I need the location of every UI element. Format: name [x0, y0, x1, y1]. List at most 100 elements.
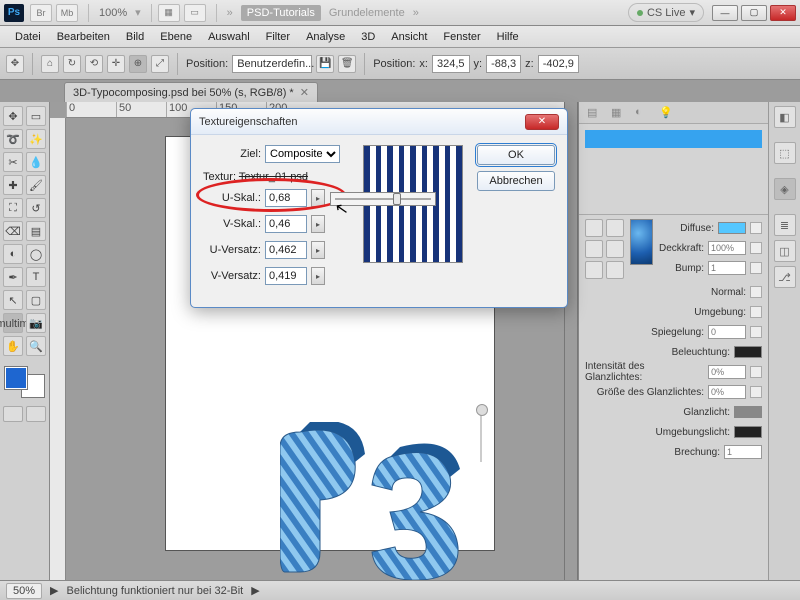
minibridge-button[interactable]: Mb [56, 4, 78, 22]
arrange-icon[interactable]: ▦ [158, 4, 180, 22]
cslive-button[interactable]: CS Live▾ [628, 3, 704, 22]
dodge-tool-icon[interactable]: ◯ [26, 244, 46, 264]
y-field[interactable]: -88,3 [486, 55, 521, 73]
workspace-more-icon[interactable]: » [413, 7, 419, 19]
pen-tool-icon[interactable]: ✒ [3, 267, 23, 287]
x-field[interactable]: 324,5 [432, 55, 470, 73]
screenmode-icon[interactable]: ▭ [184, 4, 206, 22]
v-versatz-flyout-button[interactable]: ▸ [311, 267, 325, 285]
mat-pan-icon[interactable] [585, 240, 603, 258]
glanzintensitaet-field[interactable]: 0% [708, 365, 746, 379]
workspace-item[interactable]: Grundelemente [329, 7, 405, 19]
3dcamera-tool-icon[interactable]: 📷 [26, 313, 46, 333]
filter-mesh-icon[interactable]: ▦ [611, 106, 625, 120]
slider-thumb[interactable] [393, 193, 401, 205]
material-preview[interactable] [630, 219, 653, 265]
3d-scale-icon[interactable]: ⤢ [151, 55, 169, 73]
glanzlicht-swatch[interactable] [734, 406, 762, 418]
blur-tool-icon[interactable]: ◐ [3, 244, 23, 264]
path-tool-icon[interactable]: ↖ [3, 290, 23, 310]
deckkraft-field[interactable]: 100% [708, 241, 746, 255]
spiegelung-field[interactable]: 0 [708, 325, 746, 339]
position-dropdown[interactable]: Benutzerdefin... [232, 55, 312, 73]
save-view-icon[interactable]: 💾 [316, 55, 334, 73]
glanzgroesse-menu-icon[interactable] [750, 386, 762, 398]
cancel-button[interactable]: Abbrechen [477, 171, 555, 191]
umgebungslicht-swatch[interactable] [734, 426, 762, 438]
menu-ansicht[interactable]: Ansicht [384, 28, 434, 46]
stamp-tool-icon[interactable]: ⛶ [3, 198, 23, 218]
marquee-tool-icon[interactable]: ▭ [26, 106, 46, 126]
heal-tool-icon[interactable]: ✚ [3, 175, 23, 195]
swatches-panel-icon[interactable]: ◧ [774, 106, 796, 128]
menu-hilfe[interactable]: Hilfe [490, 28, 526, 46]
bridge-button[interactable]: Br [30, 4, 52, 22]
menu-3d[interactable]: 3D [354, 28, 382, 46]
color-swatches[interactable] [3, 365, 46, 399]
move-tool-icon[interactable]: ✥ [3, 106, 23, 126]
window-minimize-button[interactable]: — [712, 5, 738, 21]
menu-fenster[interactable]: Fenster [436, 28, 487, 46]
3d-roll-icon[interactable]: ⟲ [85, 55, 103, 73]
mat-rotate-icon[interactable] [606, 219, 624, 237]
delete-view-icon[interactable]: 🗑 [338, 55, 356, 73]
type-tool-icon[interactable]: T [26, 267, 46, 287]
menu-analyse[interactable]: Analyse [299, 28, 352, 46]
wand-tool-icon[interactable]: ✨ [26, 129, 46, 149]
diffuse-swatch[interactable] [718, 222, 746, 234]
zoom-tool-icon[interactable]: 🔍 [26, 336, 46, 356]
document-tab-close-icon[interactable]: ✕ [300, 86, 309, 99]
menu-datei[interactable]: Datei [8, 28, 48, 46]
adjust-panel-icon[interactable]: ⬚ [774, 142, 796, 164]
diffuse-menu-icon[interactable] [750, 222, 762, 234]
hand-tool-icon[interactable]: ✋ [3, 336, 23, 356]
glanzgroesse-field[interactable]: 0% [708, 385, 746, 399]
workspace-active[interactable]: PSD-Tutorials [241, 5, 321, 21]
menu-filter[interactable]: Filter [259, 28, 297, 46]
beleuchtung-swatch[interactable] [734, 346, 762, 358]
3d-panel-icon[interactable]: ◈ [774, 178, 796, 200]
zoom-chevron-icon[interactable]: ▾ [135, 6, 141, 19]
scene-selected-row[interactable] [585, 130, 762, 148]
3d-pan-icon[interactable]: ✛ [107, 55, 125, 73]
v-versatz-field[interactable]: 0,419 [265, 267, 307, 285]
v-skal-flyout-button[interactable]: ▸ [311, 215, 325, 233]
bump-field[interactable]: 1 [708, 261, 746, 275]
u-versatz-field[interactable]: 0,462 [265, 241, 307, 259]
document-tab[interactable]: 3D-Typocomposing.psd bei 50% (s, RGB/8) … [64, 82, 318, 102]
mat-home-icon[interactable] [585, 219, 603, 237]
quickmask-off-icon[interactable] [3, 406, 23, 422]
spiegelung-menu-icon[interactable] [750, 326, 762, 338]
filter-light-icon[interactable]: 💡 [659, 106, 673, 120]
3d-rotate-icon[interactable]: ↻ [63, 55, 81, 73]
layers-panel-icon[interactable]: ≣ [774, 214, 796, 236]
u-skal-field[interactable]: 0,68 [265, 189, 307, 207]
brechung-field[interactable]: 1 [724, 445, 762, 459]
menu-bearbeiten[interactable]: Bearbeiten [50, 28, 117, 46]
zoom-level[interactable]: 100% [99, 7, 127, 19]
z-field[interactable]: -402,9 [538, 55, 579, 73]
lasso-tool-icon[interactable]: ➰ [3, 129, 23, 149]
mat-menu-icon[interactable] [606, 261, 624, 279]
3d-slide-icon[interactable]: ⊕ [129, 55, 147, 73]
tool-preset-icon[interactable]: ✥ [6, 55, 24, 73]
normal-menu-icon[interactable] [750, 286, 762, 298]
eyedrop-tool-icon[interactable]: 💧 [26, 152, 46, 172]
quickmask-on-icon[interactable] [26, 406, 46, 422]
filter-material-icon[interactable]: ◐ [635, 106, 649, 120]
mat-scale-icon[interactable] [585, 261, 603, 279]
menu-bild[interactable]: Bild [119, 28, 151, 46]
history-tool-icon[interactable]: ↺ [26, 198, 46, 218]
ziel-dropdown[interactable]: Composite [265, 145, 340, 163]
status-zoom[interactable]: 50% [6, 583, 42, 599]
window-close-button[interactable]: ✕ [770, 5, 796, 21]
dialog-close-button[interactable]: ✕ [525, 114, 559, 130]
channels-panel-icon[interactable]: ◫ [774, 240, 796, 262]
u-versatz-flyout-button[interactable]: ▸ [311, 241, 325, 259]
filter-scene-icon[interactable]: ▤ [587, 106, 601, 120]
u-skal-flyout-button[interactable]: ▸ [311, 189, 325, 207]
mat-slide-icon[interactable] [606, 240, 624, 258]
light-pin-icon[interactable] [480, 412, 482, 462]
v-skal-field[interactable]: 0,46 [265, 215, 307, 233]
gradient-tool-icon[interactable]: ▤ [26, 221, 46, 241]
